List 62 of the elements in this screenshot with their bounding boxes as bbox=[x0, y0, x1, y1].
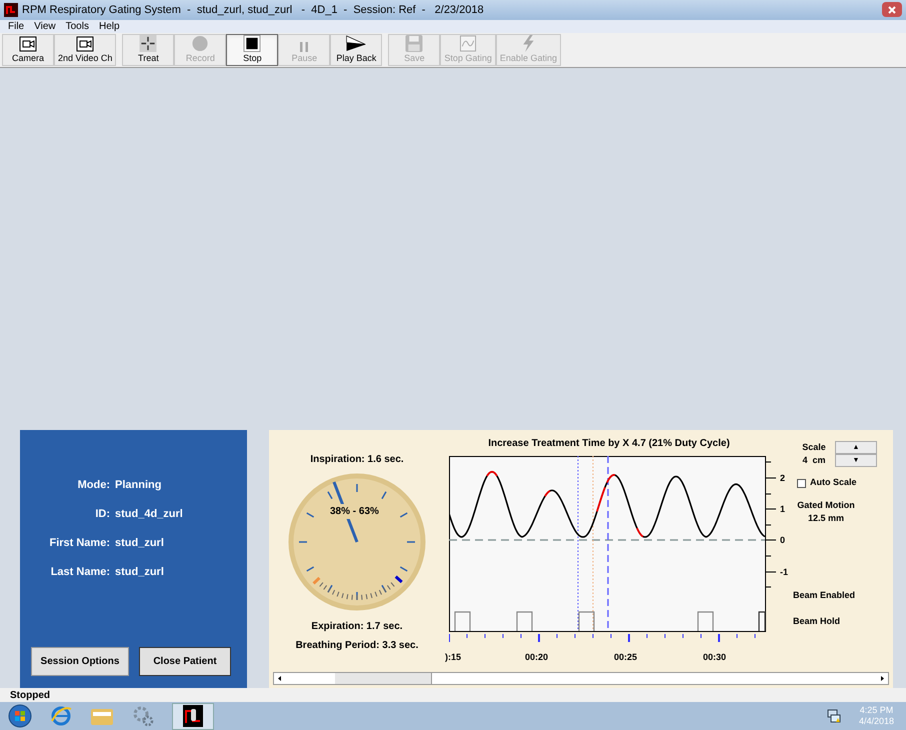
breathing-period-text: Breathing Period: 3.3 sec. bbox=[296, 639, 418, 654]
y-tick-label: 0 bbox=[780, 535, 786, 546]
network-icon[interactable] bbox=[826, 709, 841, 724]
x-tick-label: 00:25 bbox=[614, 652, 638, 662]
toolbar-button[interactable]: Play Back bbox=[330, 34, 382, 66]
auto-scale-label[interactable]: Auto Scale bbox=[810, 476, 857, 490]
toolbar-button[interactable]: 2nd Video Ch bbox=[54, 34, 116, 66]
chart-title: Increase Treatment Time by X 4.7 (21% Duty Cycle) bbox=[487, 437, 731, 452]
phase-window-text: 38% - 63% bbox=[330, 504, 379, 520]
toolbar-button[interactable]: Treat bbox=[122, 34, 174, 66]
toolbar-button[interactable]: Stop bbox=[226, 34, 278, 66]
field-label: Last Name: bbox=[50, 564, 111, 580]
close-button[interactable] bbox=[882, 2, 902, 18]
field-value: stud_zurl bbox=[115, 564, 164, 580]
inspiration-text: Inspiration: 1.6 sec. bbox=[310, 453, 404, 468]
beam-enabled-label: Beam Enabled bbox=[793, 588, 856, 602]
menu-item[interactable]: File bbox=[8, 18, 24, 34]
horizontal-scrollbar[interactable] bbox=[273, 672, 889, 686]
menu-item[interactable]: Help bbox=[98, 18, 120, 34]
expiration-text: Expiration: 1.7 sec. bbox=[311, 620, 403, 634]
start-orb-icon bbox=[8, 704, 32, 728]
camera-icon bbox=[19, 36, 37, 52]
x-tick-label: 00:30 bbox=[703, 652, 726, 662]
x-tick-label: ):15 bbox=[445, 652, 462, 662]
gear-icon[interactable] bbox=[132, 705, 154, 728]
field-value: stud_4d_zurl bbox=[115, 506, 183, 522]
panel-button[interactable]: Close Patient bbox=[139, 647, 231, 676]
window-title: RPM Respiratory Gating System - stud_zurl, stud_zurl - 4D_1 - Session: Ref - 2/23/2018 bbox=[22, 2, 485, 18]
pause-icon bbox=[299, 42, 310, 52]
y-tick-label: 1 bbox=[780, 504, 786, 514]
menu-item[interactable]: View bbox=[34, 18, 56, 34]
gated-motion-value: 12.5 mm bbox=[806, 512, 846, 526]
field-value: Planning bbox=[115, 478, 162, 493]
clock-date: 4/4/2018 bbox=[858, 716, 894, 728]
app-icon bbox=[183, 705, 203, 728]
scale-label: Scale bbox=[802, 441, 826, 454]
browser-icon[interactable] bbox=[50, 705, 72, 728]
auto-scale-checkbox[interactable] bbox=[797, 478, 806, 488]
beam-hold-label: Beam Hold bbox=[793, 615, 842, 628]
scale-value: 4 cm bbox=[802, 454, 826, 468]
y-tick-label: -1 bbox=[780, 567, 788, 578]
menu-item[interactable]: Tools bbox=[66, 18, 89, 34]
app-icon bbox=[4, 2, 18, 17]
gated-motion-label: Gated Motion bbox=[796, 498, 856, 512]
record-icon bbox=[191, 34, 210, 52]
crosshair-icon bbox=[139, 34, 158, 52]
y-tick-label: 2 bbox=[780, 473, 786, 484]
toolbar-button[interactable]: Camera bbox=[2, 34, 54, 66]
scroll-thumb[interactable] bbox=[335, 673, 432, 684]
field-value: stud_zurl bbox=[115, 536, 164, 551]
field-label: First Name: bbox=[48, 536, 111, 551]
x-tick-label: 00:20 bbox=[525, 652, 548, 662]
field-label: ID: bbox=[94, 506, 111, 522]
camera-icon bbox=[76, 36, 94, 52]
panel-button[interactable]: Session Options bbox=[31, 647, 129, 676]
status-text: Stopped bbox=[10, 688, 50, 703]
field-label: Mode: bbox=[76, 478, 111, 493]
taskbar-app-button[interactable] bbox=[172, 702, 214, 730]
play-icon bbox=[345, 34, 368, 52]
close-icon bbox=[888, 6, 896, 14]
clock-time: 4:25 PM bbox=[860, 705, 894, 716]
folder-icon[interactable] bbox=[90, 706, 114, 726]
